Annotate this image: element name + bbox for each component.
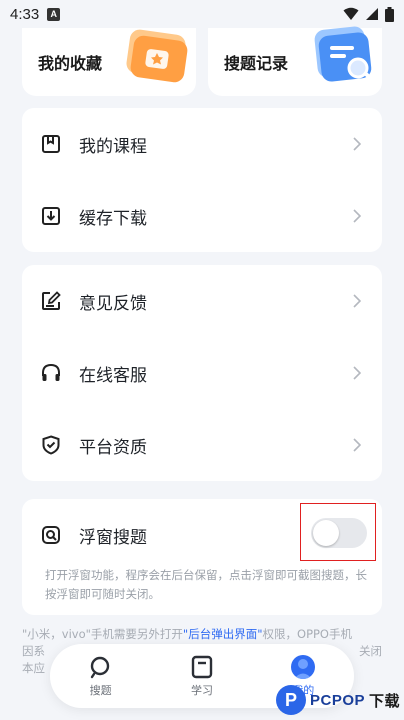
favorites-card[interactable]: 我的收藏 [22, 28, 196, 96]
search-doc-icon [314, 26, 373, 82]
chevron-right-icon [350, 137, 364, 151]
toggle-highlight-box [300, 503, 376, 561]
search-history-card[interactable]: 搜题记录 [208, 26, 382, 96]
notice-line-1: "小米，vivo"手机需要另外打开"后台弹出界面"权限，OPPO手机 [22, 626, 382, 643]
menu-item-feedback[interactable]: 意见反馈 [22, 265, 382, 337]
watermark-brand: PCPOP [310, 691, 366, 709]
notice-text: 因系 [22, 644, 45, 658]
menu-item-label: 我的课程 [79, 136, 147, 157]
menu-item-label: 平台资质 [79, 437, 147, 458]
menu-item-label: 意见反馈 [79, 293, 147, 314]
menu-item-my-courses[interactable]: 我的课程 [22, 108, 382, 180]
pcpop-logo-icon: P [276, 685, 306, 715]
menu-item-cache-download[interactable]: 缓存下载 [22, 180, 382, 252]
book-tab-icon [191, 655, 213, 678]
notice-text: 权限，OPPO手机 [262, 627, 352, 641]
pcpop-watermark: P PCPOP 下载 [276, 680, 404, 720]
menu-item-qualification[interactable]: 平台资质 [22, 409, 382, 481]
search-tab-icon [90, 656, 109, 678]
support-group: 意见反馈 在线客服 平台资质 [22, 265, 382, 481]
headset-icon [40, 362, 62, 384]
menu-item-label: 在线客服 [79, 365, 147, 386]
tab-study[interactable]: 学习 [172, 655, 232, 698]
profile-tab-icon [291, 654, 316, 679]
notice-link[interactable]: "后台弹出界面" [183, 627, 263, 641]
menu-item-online-service[interactable]: 在线客服 [22, 337, 382, 409]
app-notification-icon: A [47, 7, 61, 21]
notice-text: 本应 [22, 661, 45, 675]
shield-check-icon [40, 434, 62, 456]
menu-item-label: 缓存下载 [79, 208, 147, 229]
float-search-icon [40, 524, 62, 546]
chevron-right-icon [350, 366, 364, 380]
toggle-knob [313, 520, 339, 546]
favorites-label: 我的收藏 [38, 54, 103, 73]
folder-star-icon [126, 29, 188, 83]
bookmark-icon [40, 133, 62, 155]
search-history-label: 搜题记录 [224, 54, 289, 73]
signal-icon [366, 8, 378, 20]
quick-actions: 我的收藏 搜题记录 [22, 26, 382, 96]
floating-search-description: 打开浮窗功能，程序会在后台保留，点击浮窗即可截图搜题，长按浮窗即可随时关闭。 [45, 568, 367, 601]
wifi-icon [343, 7, 359, 20]
notice-text: "小米，vivo"手机需要另外打开 [22, 627, 183, 641]
tab-search[interactable]: 搜题 [71, 655, 131, 698]
chevron-right-icon [350, 209, 364, 223]
chevron-right-icon [350, 438, 364, 452]
status-time: 4:33 [10, 5, 40, 23]
edit-icon [40, 290, 62, 312]
notice-text: 关闭 [359, 644, 382, 658]
chevron-right-icon [350, 294, 364, 308]
tab-label: 搜题 [89, 683, 112, 697]
tab-label: 学习 [190, 683, 213, 697]
download-icon [40, 205, 62, 227]
courses-group: 我的课程 缓存下载 [22, 108, 382, 252]
battery-icon [385, 6, 394, 22]
watermark-suffix: 下载 [369, 692, 401, 710]
floating-search-toggle[interactable] [311, 518, 367, 548]
